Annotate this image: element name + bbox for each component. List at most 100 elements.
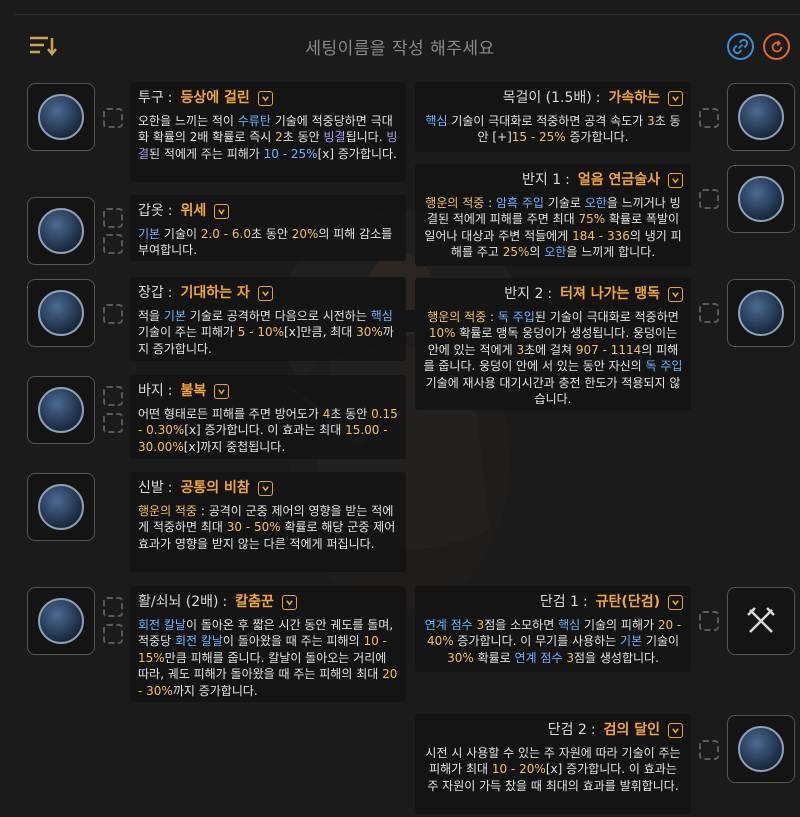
description-segment: 회전 칼날 xyxy=(174,634,223,648)
select-frame-icon[interactable] xyxy=(699,303,719,323)
description-segment: 까지 증가합니다. xyxy=(172,683,258,698)
aspect-card-boots[interactable]: 신발: 공통의 비참 행운의 적중 : 공격이 군중 제어의 영향을 받는 적에게… xyxy=(130,472,406,572)
equipment-slot-dagger-2[interactable] xyxy=(727,715,795,783)
description-segment: 오한 xyxy=(544,245,567,259)
aspect-card-chest[interactable]: 갑옷: 위세 기본 기술이 2.0 - 6.0초 동안 20%의 피해 감소를 부… xyxy=(130,195,406,261)
slot-label: 반지 1 xyxy=(522,172,562,188)
equipment-slot-helm[interactable] xyxy=(27,83,95,151)
chevron-down-icon[interactable] xyxy=(668,90,683,106)
select-frame-icon[interactable] xyxy=(699,611,719,631)
equipment-slot-gloves[interactable] xyxy=(27,279,95,347)
aspect-card-gloves[interactable]: 장갑: 기대하는 자 적을 기본 기술로 공격하면 다음으로 시전하는 핵심 기술… xyxy=(130,277,406,361)
select-frame-icon[interactable] xyxy=(103,413,123,433)
equipment-slot-pants[interactable] xyxy=(27,376,95,444)
description-segment: 점을 생성합니다. xyxy=(573,650,659,665)
aspect-card-helm[interactable]: 투구: 등상에 걸린 오한을 느끼는 적이 수류탄 기술에 적중당하면 극대화 확… xyxy=(130,82,406,182)
select-frame-icon[interactable] xyxy=(103,234,123,254)
select-frame-icon[interactable] xyxy=(699,740,719,760)
description-segment: 오한 xyxy=(584,195,607,210)
chevron-down-icon[interactable] xyxy=(668,286,683,302)
refresh-icon[interactable] xyxy=(763,33,790,60)
description-segment: [x]까지 중첩됩니다. xyxy=(183,439,286,454)
description-segment: 기본 xyxy=(138,226,161,241)
description-segment: 연계 점수 xyxy=(424,617,473,632)
equipment-slot-amulet[interactable] xyxy=(727,83,795,151)
equipment-slot-ring-1[interactable] xyxy=(727,165,795,233)
select-frame-icon[interactable] xyxy=(103,304,123,324)
description-segment: 행운의 적중 xyxy=(427,309,487,324)
aspect-card-dagger-2[interactable]: 단검 2: 검의 달인 시전 시 사용할 수 있는 주 자원에 따라 기술이 주는… xyxy=(415,714,691,814)
select-frame-icon[interactable] xyxy=(103,597,123,617)
build-editor: 세팅이름을 작성 해주세요 투구: 등상에 걸린 오한을 느끼는 적이 수류탄 기… xyxy=(0,0,800,817)
aspect-orb-icon xyxy=(38,484,84,530)
description-segment: 75% xyxy=(578,212,606,226)
aspect-name: 검의 달인 xyxy=(603,722,660,738)
description-segment: 기술이 xyxy=(642,634,680,648)
chevron-down-icon[interactable] xyxy=(257,480,273,496)
aspect-orb-icon xyxy=(738,726,784,772)
aspect-card-ring-1[interactable]: 반지 1: 얼음 연금술사 행운의 적중 : 암흑 주입 기술로 오한을 느끼거나… xyxy=(415,164,691,266)
select-frame-icon[interactable] xyxy=(699,108,719,128)
description-segment: 2 xyxy=(275,130,283,144)
description-segment: 기술로 공격하면 다음으로 시전하는 xyxy=(186,308,371,323)
select-frame-icon[interactable] xyxy=(103,208,123,228)
select-frame-icon[interactable] xyxy=(103,386,123,406)
select-frame-icon[interactable] xyxy=(103,108,123,128)
chevron-down-icon[interactable] xyxy=(214,383,230,399)
aspect-description: 행운의 적중 : 공격이 군중 제어의 영향을 받는 적에게 적중하면 최대 3… xyxy=(138,503,398,553)
equipment-slot-chest[interactable] xyxy=(27,197,95,265)
aspect-description: 오한을 느끼는 적이 수류탄 기술에 적중당하면 극대화 확률의 2배 확률로 … xyxy=(138,113,398,163)
description-segment: 기술이 xyxy=(160,226,201,241)
aspect-card-ring-2[interactable]: 반지 2: 터져 나가는 맹독 행운의 적중 : 독 주입된 기술이 극대화로 적… xyxy=(415,278,691,410)
aspect-card-amulet[interactable]: 목걸이 (1.5배): 가속하는 핵심 기술이 극대화로 적중하면 공격 속도가 … xyxy=(415,82,691,152)
slot-label: 활/쇠뇌 (2배) xyxy=(138,594,219,610)
equipment-slot-dagger-1[interactable] xyxy=(727,587,795,655)
slot-label: 신발 xyxy=(138,480,164,496)
aspect-orb-icon xyxy=(38,598,84,644)
description-segment: 기술로 xyxy=(543,195,585,210)
description-segment: 회전 칼날 xyxy=(138,617,186,632)
description-segment: 점을 소모하면 xyxy=(484,617,559,632)
equipment-slot-bow[interactable] xyxy=(27,587,95,655)
aspect-name: 공통의 비참 xyxy=(180,480,250,496)
aspect-card-pants[interactable]: 바지: 불복 어떤 형태로든 피해를 주면 방어도가 4초 동안 0.15 - 0… xyxy=(130,375,406,459)
description-segment: 5 - 10% xyxy=(237,325,285,339)
description-segment: 된 기술이 극대화로 적중하면 xyxy=(534,309,679,324)
slot-label: 바지 xyxy=(138,383,164,399)
aspect-name: 기대하는 자 xyxy=(180,285,250,301)
description-segment: 핵심 xyxy=(425,113,448,128)
description-segment: 907 - 1114 xyxy=(575,342,642,357)
chevron-down-icon[interactable] xyxy=(668,594,683,610)
aspect-card-bow[interactable]: 활/쇠뇌 (2배): 칼춤꾼 회전 칼날이 돌아온 후 짧은 시간 동안 궤도를 … xyxy=(130,586,406,702)
equipment-slot-ring-2[interactable] xyxy=(727,279,795,347)
chevron-down-icon[interactable] xyxy=(257,90,273,106)
aspect-card-dagger-1[interactable]: 단검 1: 규탄(단검) 연계 점수 3점을 소모하면 핵심 기술의 피해가 20… xyxy=(415,586,691,672)
link-icon[interactable] xyxy=(727,33,754,60)
select-frame-icon[interactable] xyxy=(699,189,719,209)
aspect-name: 가속하는 xyxy=(608,90,660,106)
equipment-slot-boots[interactable] xyxy=(27,473,95,541)
description-segment: 초 동안 xyxy=(282,130,324,144)
description-segment: 됩니다. xyxy=(345,130,387,144)
aspect-description: 핵심 기술이 극대화로 적중하면 공격 속도가 3초 동안 [+]15 - 25… xyxy=(423,113,683,146)
description-segment: 수류탄 xyxy=(237,113,271,128)
description-segment: 기술에 재사용 대기시간과 충전 한도가 적용되지 않습니다. xyxy=(425,375,681,407)
aspect-orb-icon xyxy=(38,290,84,336)
description-segment: 20% xyxy=(291,226,319,241)
aspect-orb-icon xyxy=(38,387,84,433)
description-segment: 오한을 느끼는 적이 xyxy=(138,113,238,128)
aspect-orb-icon xyxy=(38,208,84,254)
chevron-down-icon[interactable] xyxy=(668,722,683,738)
chevron-down-icon[interactable] xyxy=(281,594,297,610)
aspect-name: 위세 xyxy=(180,203,207,219)
chevron-down-icon[interactable] xyxy=(668,172,683,188)
description-segment: : xyxy=(486,309,498,324)
chevron-down-icon[interactable] xyxy=(257,285,273,301)
description-segment: 10% xyxy=(428,326,456,340)
chevron-down-icon[interactable] xyxy=(214,203,230,219)
description-segment: 3 xyxy=(566,650,574,665)
setting-name-title[interactable]: 세팅이름을 작성 해주세요 xyxy=(0,34,800,59)
description-segment: 행운의 적중 xyxy=(138,503,198,518)
description-segment: 증가합니다. xyxy=(565,130,629,144)
select-frame-icon[interactable] xyxy=(103,624,123,644)
